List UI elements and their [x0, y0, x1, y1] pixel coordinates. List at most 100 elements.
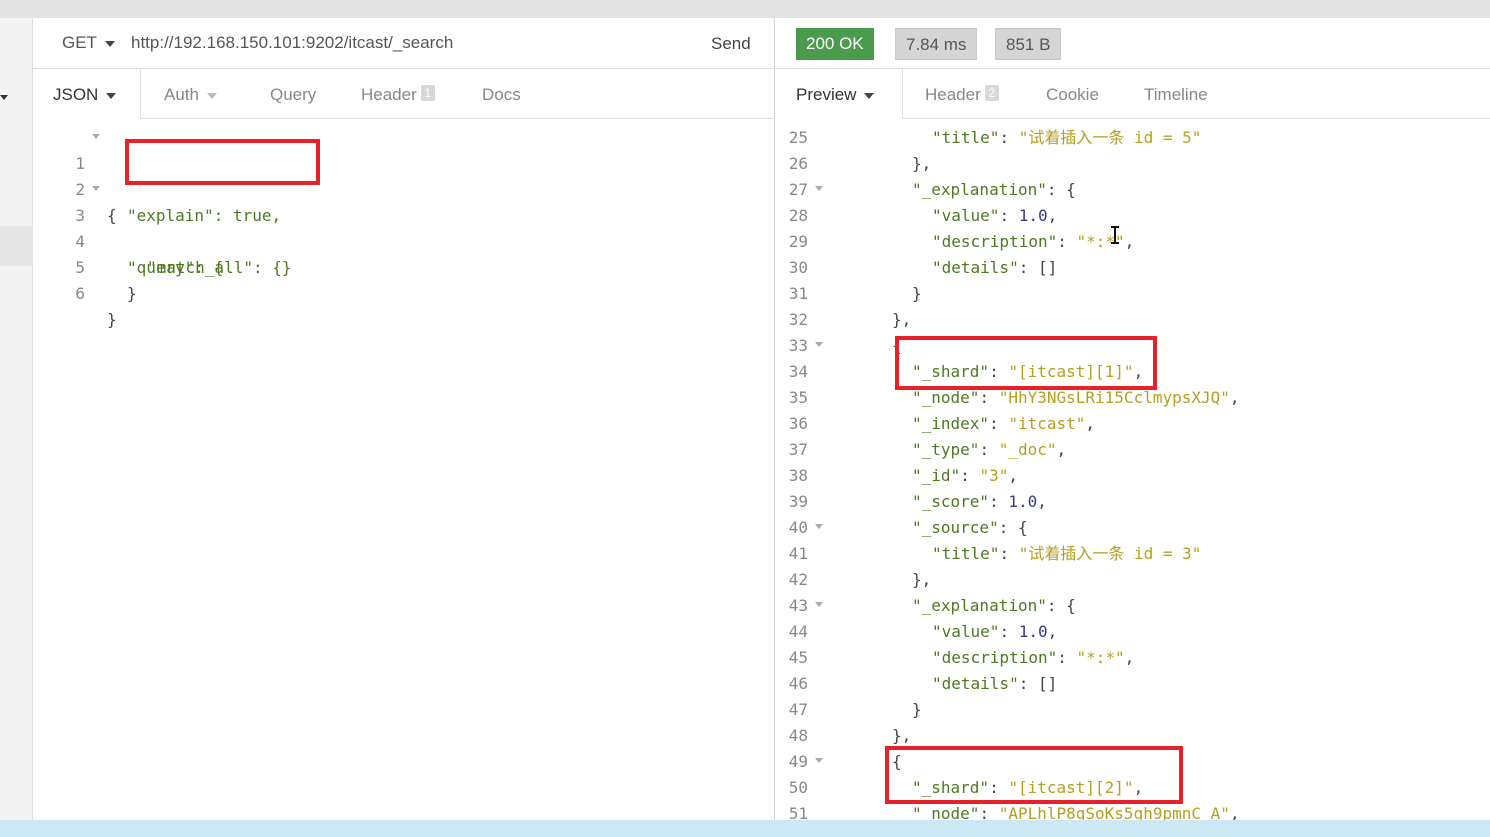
- code-line: 42},: [776, 567, 1490, 593]
- request-body-editor[interactable]: 1 { 2 "explain": true, 3 "query": { 4 "m…: [33, 119, 774, 837]
- tab-timeline[interactable]: Timeline: [1144, 85, 1208, 105]
- json-punc: ,: [1085, 414, 1096, 433]
- method-dropdown[interactable]: GET: [62, 33, 115, 53]
- json-colon: :: [1057, 648, 1077, 667]
- fold-arrow-icon[interactable]: [92, 134, 100, 139]
- highlight-box-shard-2: [885, 746, 1183, 804]
- tab-label: Auth: [164, 85, 199, 104]
- response-panel: 200 OK 7.84 ms 851 B Preview Header 2 Coo…: [776, 18, 1490, 837]
- code-text: },: [912, 570, 932, 589]
- code-text: "description": "*:*",: [932, 645, 1134, 671]
- json-number: 1.0: [1018, 206, 1048, 225]
- json-punc: ,: [1124, 648, 1135, 667]
- tab-preview[interactable]: Preview: [796, 85, 875, 105]
- tab-auth[interactable]: Auth: [164, 85, 217, 105]
- json-colon: :: [999, 206, 1019, 225]
- line-number: 31: [788, 284, 808, 303]
- code-text: "_type": "_doc",: [912, 437, 1066, 463]
- tab-json[interactable]: JSON: [53, 85, 117, 105]
- code-text: "description": "*:*",: [932, 229, 1134, 255]
- code-line: 46 "details": []: [776, 671, 1490, 697]
- line-number: 33: [788, 336, 808, 355]
- code-line: 36 "_index": "itcast",: [776, 411, 1490, 437]
- line-number: 44: [788, 622, 808, 641]
- line-number: 49: [788, 752, 808, 771]
- response-json-viewer[interactable]: 25 "title": "试着插入一条 id = 5" 26}, 27 "_explan…: [776, 119, 1490, 837]
- line-number: 26: [788, 154, 808, 173]
- tab-label: Query: [270, 85, 317, 104]
- code-text: "_explanation": {: [912, 593, 1076, 619]
- json-key: "_explanation": [912, 180, 1047, 199]
- line-number: 43: [788, 596, 808, 615]
- code-text: },: [912, 154, 932, 173]
- json-string: "_doc": [998, 440, 1057, 459]
- json-key: "title": [932, 128, 1000, 147]
- code-text: }: [912, 700, 922, 719]
- highlight-box-shard-1: [895, 336, 1157, 390]
- tab-label: Header: [925, 85, 981, 104]
- json-key: "details": [932, 258, 1019, 277]
- json-colon: :: [989, 492, 1009, 511]
- json-key: "description": [932, 648, 1058, 667]
- url-input[interactable]: http://192.168.150.101:9202/itcast/_sear…: [131, 33, 453, 53]
- json-colon: :: [979, 388, 999, 407]
- fold-arrow-icon[interactable]: [815, 524, 823, 529]
- chevron-down-icon[interactable]: [0, 95, 8, 100]
- json-key: "_source": [912, 518, 999, 537]
- fold-arrow-icon[interactable]: [815, 602, 823, 607]
- tab-cookie[interactable]: Cookie: [1046, 85, 1099, 105]
- fold-arrow-icon[interactable]: [92, 186, 100, 191]
- json-number: 1.0: [1008, 492, 1038, 511]
- json-colon: :: [989, 414, 1009, 433]
- line-number: 35: [788, 388, 808, 407]
- json-punc: ,: [1008, 466, 1018, 485]
- response-tabs: Preview Header 2 Cookie Timeline: [776, 69, 1490, 119]
- code-line: 40 "_source": {: [776, 515, 1490, 541]
- chevron-down-icon: [106, 92, 117, 99]
- json-key: "_type": [912, 440, 980, 459]
- chevron-down-icon: [864, 92, 875, 99]
- json-punc: ,: [1124, 232, 1135, 251]
- code-line: 32},: [776, 307, 1490, 333]
- code-text: "value": 1.0,: [932, 203, 1057, 229]
- response-status-bar: 200 OK 7.84 ms 851 B: [776, 18, 1490, 69]
- tab-query[interactable]: Query: [270, 85, 316, 105]
- tab-label: JSON: [53, 85, 99, 104]
- tab-label: Preview: [796, 85, 857, 104]
- json-key: "details": [932, 674, 1019, 693]
- line-number: 30: [788, 258, 808, 277]
- code-line: 27 "_explanation": {: [776, 177, 1490, 203]
- url-bar: GET http://192.168.150.101:9202/itcast/_…: [33, 18, 774, 69]
- selected-request-item[interactable]: [0, 226, 33, 266]
- json-punc: []: [1037, 258, 1058, 277]
- code-line: 29 "description": "*:*",: [776, 229, 1490, 255]
- code-line: 30 "details": []: [776, 255, 1490, 281]
- tab-label: Cookie: [1046, 85, 1099, 104]
- code-text: "details": []: [932, 671, 1057, 697]
- json-punc: {: [1066, 596, 1076, 615]
- json-punc: []: [1037, 674, 1058, 693]
- json-key: "value": [932, 622, 1000, 641]
- tab-response-header[interactable]: Header 2: [925, 85, 999, 105]
- json-colon: :: [999, 128, 1019, 147]
- json-key: "_score": [912, 492, 990, 511]
- fold-arrow-icon[interactable]: [815, 758, 823, 763]
- tab-docs[interactable]: Docs: [482, 85, 521, 105]
- highlight-box-explain: [125, 139, 320, 185]
- json-colon: :: [960, 466, 980, 485]
- fold-arrow-icon[interactable]: [815, 342, 823, 347]
- json-punc: ,: [1229, 388, 1240, 407]
- code-text: }: [127, 284, 137, 303]
- window-top-strip: [0, 0, 1490, 18]
- json-punc: ,: [1056, 440, 1067, 459]
- send-button[interactable]: Send: [711, 34, 751, 54]
- code-line: 31}: [776, 281, 1490, 307]
- response-size-badge: 851 B: [995, 28, 1062, 60]
- fold-arrow-icon[interactable]: [815, 186, 823, 191]
- status-badge: 200 OK: [796, 28, 874, 60]
- bottom-decoration: [0, 820, 1490, 837]
- tab-header[interactable]: Header 1: [361, 85, 435, 105]
- line-number: 25: [788, 128, 808, 147]
- json-key: "_id": [912, 466, 961, 485]
- line-number: 42: [788, 570, 808, 589]
